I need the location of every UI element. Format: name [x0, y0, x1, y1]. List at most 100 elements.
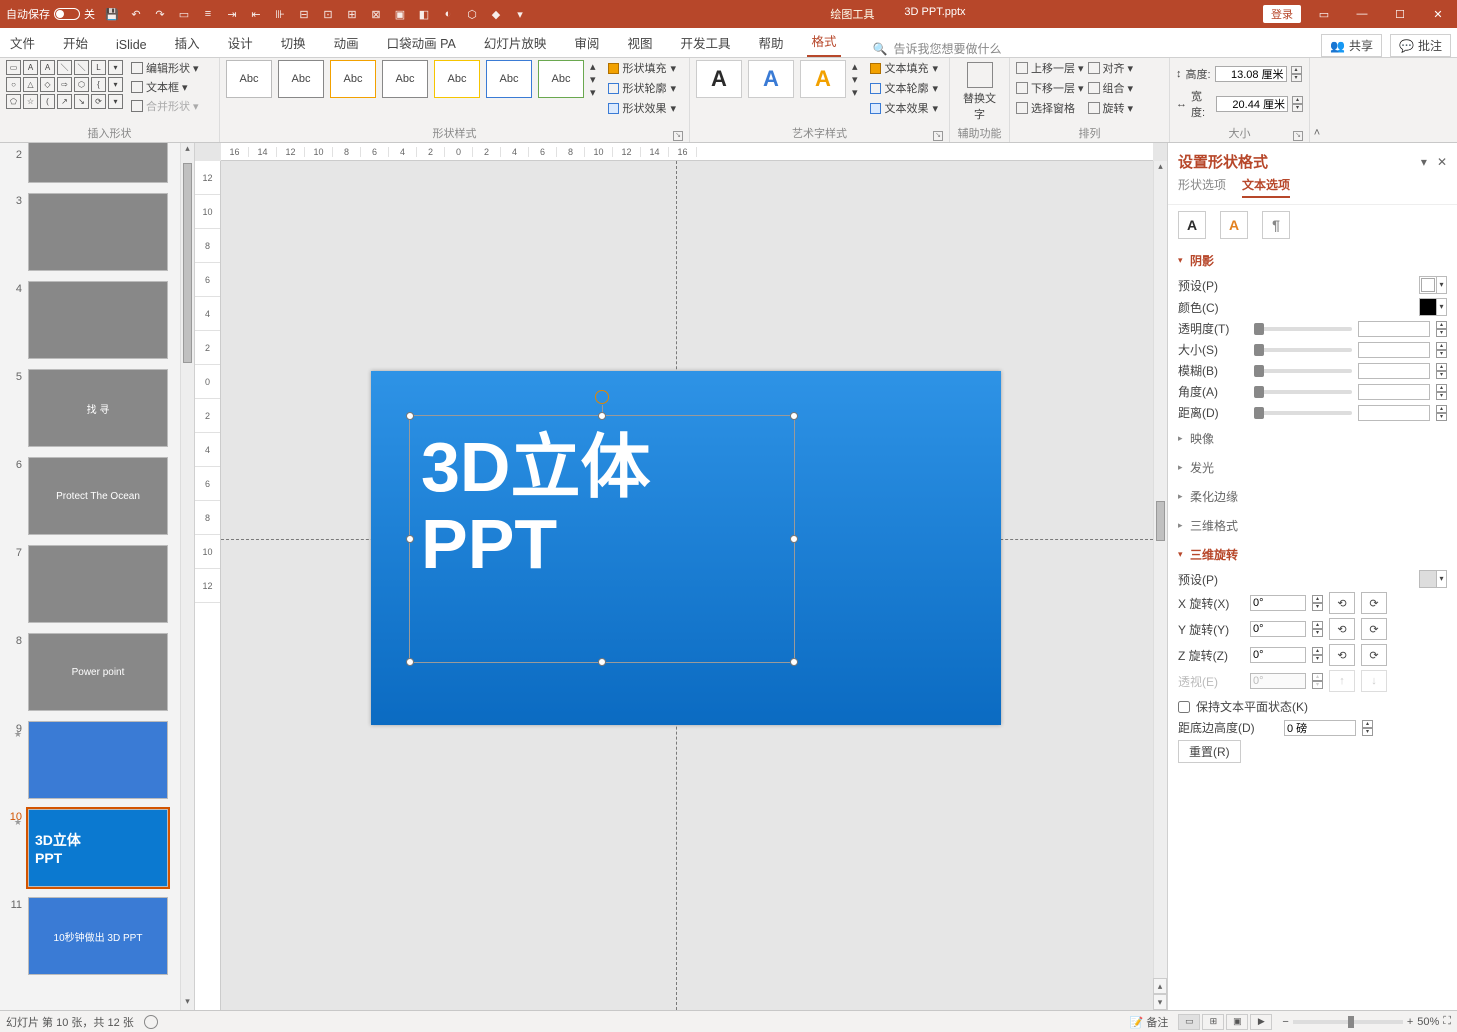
- next-slide-icon[interactable]: ▾: [1153, 994, 1167, 1010]
- zrot-input[interactable]: [1250, 647, 1306, 663]
- shadow-preset-swatch[interactable]: ▾: [1419, 276, 1447, 294]
- slide-text[interactable]: 3D立体 PPT: [421, 429, 650, 583]
- send-backward-button[interactable]: 下移一层 ▾: [1016, 80, 1084, 96]
- slide-canvas[interactable]: 3D立体 PPT: [221, 161, 1153, 1010]
- keep-flat-check-input[interactable]: [1178, 701, 1190, 713]
- slide-thumb-4[interactable]: 4: [8, 281, 176, 359]
- cat-effects-icon[interactable]: A: [1220, 211, 1248, 239]
- text-box-button[interactable]: 文本框 ▾: [131, 79, 199, 95]
- accessibility-status-icon[interactable]: [144, 1015, 158, 1029]
- width-input[interactable]: [1216, 96, 1288, 112]
- view-slideshow-icon[interactable]: ▶: [1250, 1014, 1272, 1030]
- slidepanel-scroll-down-icon[interactable]: ▾: [181, 996, 194, 1010]
- pane-dropdown-icon[interactable]: ▾: [1421, 155, 1427, 169]
- spin-up-icon[interactable]: ▴: [1436, 321, 1447, 329]
- slide-thumb-11[interactable]: 1110秒钟做出 3D PPT: [8, 897, 176, 975]
- qat-icon-3[interactable]: ⇥: [225, 7, 239, 21]
- sect-shadow[interactable]: ▾阴影: [1178, 249, 1447, 272]
- width-down-icon[interactable]: ▾: [1292, 104, 1303, 112]
- slide-thumbnail[interactable]: [28, 545, 168, 623]
- wordart-3[interactable]: A: [800, 60, 846, 98]
- tab-13[interactable]: 格式: [807, 27, 840, 57]
- handle-tm[interactable]: [598, 412, 606, 420]
- zoom-slider[interactable]: [1293, 1020, 1403, 1024]
- redo-icon[interactable]: ↷: [153, 7, 167, 21]
- slide-thumb-2[interactable]: 2: [8, 147, 176, 183]
- qat-icon-11[interactable]: ◧: [417, 7, 431, 21]
- slide-thumbnail[interactable]: [28, 143, 168, 183]
- zoom-out-icon[interactable]: −: [1282, 1016, 1288, 1028]
- slidepanel-scroll-up-icon[interactable]: ▴: [181, 143, 194, 157]
- slide-thumbnail[interactable]: Power point: [28, 633, 168, 711]
- tab-9[interactable]: 审阅: [570, 29, 603, 57]
- sect-3drotation[interactable]: ▾三维旋转: [1178, 543, 1447, 566]
- share-button[interactable]: 👥共享: [1321, 34, 1382, 57]
- style-swatch-4[interactable]: Abc: [382, 60, 428, 98]
- xrot-right-icon[interactable]: ⟳: [1361, 592, 1387, 614]
- style-swatch-5[interactable]: Abc: [434, 60, 480, 98]
- handle-lm[interactable]: [406, 535, 414, 543]
- shadow-dist-slider[interactable]: [1254, 411, 1352, 415]
- autosave-toggle[interactable]: 自动保存 关: [6, 6, 95, 22]
- shape-fill-button[interactable]: 形状填充 ▾: [608, 60, 677, 76]
- tab-8[interactable]: 幻灯片放映: [480, 29, 551, 57]
- qat-icon-7[interactable]: ⊡: [321, 7, 335, 21]
- qat-icon-4[interactable]: ⇤: [249, 7, 263, 21]
- shadow-angle-input[interactable]: [1358, 384, 1430, 400]
- size-dialog-icon[interactable]: ↘: [1293, 131, 1303, 141]
- keep-flat-checkbox[interactable]: 保持文本平面状态(K): [1178, 698, 1447, 715]
- qat-icon-14[interactable]: ◆: [489, 7, 503, 21]
- style-swatch-7[interactable]: Abc: [538, 60, 584, 98]
- signin-button[interactable]: 登录: [1263, 5, 1301, 23]
- opt-tab-text[interactable]: 文本选项: [1242, 176, 1290, 198]
- slide-thumbnail[interactable]: [28, 721, 168, 799]
- minimize-icon[interactable]: —: [1347, 4, 1377, 24]
- cat-fill-icon[interactable]: A: [1178, 211, 1206, 239]
- width-up-icon[interactable]: ▴: [1292, 96, 1303, 104]
- tab-11[interactable]: 开发工具: [676, 29, 734, 57]
- reset-button[interactable]: 重置(R): [1178, 740, 1241, 763]
- editor-scroll-up-icon[interactable]: ▴: [1154, 161, 1167, 175]
- handle-tr[interactable]: [790, 412, 798, 420]
- tab-10[interactable]: 视图: [623, 29, 656, 57]
- slide-thumb-3[interactable]: 3: [8, 193, 176, 271]
- shapes-gallery[interactable]: ▭AA＼＼L▾ ○△◇⇨⬡{▾ ⬠☆(↗↘⟳▾: [6, 60, 123, 109]
- tab-3[interactable]: 插入: [171, 29, 204, 57]
- slide-thumb-6[interactable]: 6Protect The Ocean: [8, 457, 176, 535]
- style-swatch-6[interactable]: Abc: [486, 60, 532, 98]
- wa-up-icon[interactable]: ▴: [852, 60, 858, 73]
- slide-thumbnail[interactable]: 3D立体PPT: [28, 809, 168, 887]
- text-fill-button[interactable]: 文本填充 ▾: [870, 60, 939, 76]
- qat-icon-9[interactable]: ⊠: [369, 7, 383, 21]
- handle-rm[interactable]: [790, 535, 798, 543]
- view-reading-icon[interactable]: ▣: [1226, 1014, 1248, 1030]
- slide-thumb-5[interactable]: 5找 寻: [8, 369, 176, 447]
- handle-br[interactable]: [790, 658, 798, 666]
- slide-thumb-9[interactable]: 9★: [8, 721, 176, 799]
- tab-6[interactable]: 动画: [330, 29, 363, 57]
- slide-thumbnail[interactable]: Protect The Ocean: [28, 457, 168, 535]
- zrot-right-icon[interactable]: ⟳: [1361, 644, 1387, 666]
- slide-thumbnail[interactable]: 10秒钟做出 3D PPT: [28, 897, 168, 975]
- tab-1[interactable]: 开始: [59, 29, 92, 57]
- tab-5[interactable]: 切换: [277, 29, 310, 57]
- sect-softedges[interactable]: ▸柔化边缘: [1178, 485, 1447, 508]
- shadow-color-swatch[interactable]: ▾: [1419, 298, 1447, 316]
- gallery-down-icon[interactable]: ▾: [590, 73, 596, 86]
- editor-scroll-thumb[interactable]: [1156, 501, 1165, 541]
- zrot-left-icon[interactable]: ⟲: [1329, 644, 1355, 666]
- edit-shape-button[interactable]: 编辑形状 ▾: [131, 60, 199, 76]
- wordart-2[interactable]: A: [748, 60, 794, 98]
- style-swatch-3[interactable]: Abc: [330, 60, 376, 98]
- align-button[interactable]: 对齐 ▾: [1088, 60, 1134, 76]
- shape-effects-button[interactable]: 形状效果 ▾: [608, 100, 677, 116]
- undo-icon[interactable]: ↶: [129, 7, 143, 21]
- handle-bm[interactable]: [598, 658, 606, 666]
- qat-icon-10[interactable]: ▣: [393, 7, 407, 21]
- prev-slide-icon[interactable]: ▴: [1153, 978, 1167, 994]
- group-button[interactable]: 组合 ▾: [1088, 80, 1134, 96]
- qat-icon-2[interactable]: ≡: [201, 7, 215, 21]
- fit-to-window-icon[interactable]: ⛶: [1443, 1015, 1451, 1028]
- shape-styles-dialog-icon[interactable]: ↘: [673, 131, 683, 141]
- slide-thumb-7[interactable]: 7: [8, 545, 176, 623]
